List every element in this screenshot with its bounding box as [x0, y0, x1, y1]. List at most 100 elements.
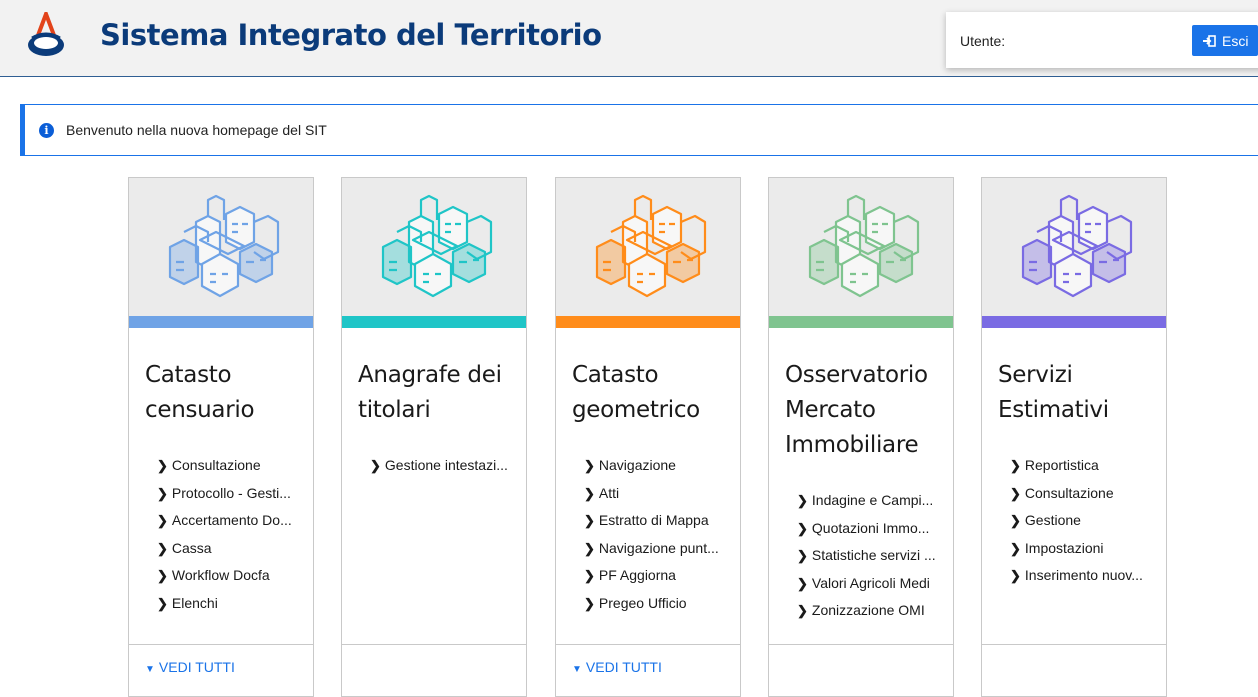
card-link[interactable]: ❯ Statistiche servizi ...: [797, 542, 953, 570]
card-title[interactable]: Osservatorio Mercato Immobiliare: [769, 328, 953, 463]
chevron-right-icon: ❯: [1010, 540, 1021, 556]
card-footer: [342, 644, 526, 659]
chevron-right-icon: ❯: [157, 595, 168, 611]
card-image[interactable]: [129, 178, 313, 316]
card-link-label: Atti: [598, 484, 620, 501]
service-card: Catasto censuario ❯ Consultazione ❯ Protocol…: [128, 177, 314, 697]
card-link[interactable]: ❯ Atti: [584, 480, 740, 508]
card-link[interactable]: ❯ Impostazioni: [1010, 535, 1166, 563]
card-image[interactable]: [769, 178, 953, 316]
chevron-right-icon: ❯: [797, 603, 808, 618]
app-header: Sistema Integrato del Territorio Utente:…: [0, 0, 1258, 77]
see-all-label: VEDI TUTTI: [585, 659, 662, 675]
card-link[interactable]: ❯ Consultazione: [157, 452, 313, 480]
card-links: ❯ Consultazione ❯ Protocollo - Gesti... ❯ Acc…: [129, 452, 313, 617]
card-link-label: Consultazione: [1024, 484, 1114, 501]
chevron-right-icon: ❯: [584, 485, 595, 501]
card-link[interactable]: ❯ Indagine e Campi...: [797, 487, 953, 515]
sign-out-icon: [1203, 34, 1216, 47]
city-buildings-icon: [168, 194, 280, 298]
see-all-link[interactable]: ▼ VEDI TUTTI: [556, 644, 740, 675]
card-title[interactable]: Servizi Estimativi: [982, 328, 1166, 428]
city-buildings-icon: [381, 194, 493, 298]
card-link-label: Estratto di Mappa: [598, 512, 709, 528]
card-footer: [982, 644, 1166, 659]
chevron-right-icon: ❯: [797, 493, 808, 508]
card-title[interactable]: Anagrafe dei titolari: [342, 328, 526, 428]
see-all-label: VEDI TUTTI: [158, 659, 235, 675]
card-link[interactable]: ❯ PF Aggiorna: [584, 562, 740, 590]
card-link-label: Workflow Docfa: [171, 567, 270, 583]
card-color-bar: [556, 316, 740, 328]
card-link[interactable]: ❯ Reportistica: [1010, 452, 1166, 480]
card-link[interactable]: ❯ Gestione: [1010, 507, 1166, 535]
card-link-label: Gestione: [1024, 512, 1081, 528]
agenzia-logo-icon[interactable]: [24, 12, 68, 58]
card-link[interactable]: ❯ Zonizzazione OMI: [797, 597, 953, 625]
card-link[interactable]: ❯ Quotazioni Immo...: [797, 515, 953, 543]
card-footer: [769, 644, 953, 659]
card-link-label: Elenchi: [171, 594, 218, 611]
card-link[interactable]: ❯ Protocollo - Gesti...: [157, 480, 313, 508]
card-image[interactable]: [556, 178, 740, 316]
card-link-label: Impostazioni: [1024, 539, 1104, 556]
service-card: Servizi Estimativi ❯ Reportistica ❯ Consulta…: [981, 177, 1167, 697]
chevron-right-icon: ❯: [797, 575, 808, 591]
city-buildings-icon: [808, 194, 920, 298]
chevron-right-icon: ❯: [157, 458, 168, 473]
chevron-down-icon: ▼: [572, 664, 582, 675]
card-link[interactable]: ❯ Gestione intestazi...: [370, 452, 526, 480]
card-link-label: Reportistica: [1024, 457, 1099, 473]
card-color-bar: [342, 316, 526, 328]
card-link[interactable]: ❯ Elenchi: [157, 590, 313, 618]
chevron-right-icon: ❯: [157, 513, 168, 528]
card-link[interactable]: ❯ Valori Agricoli Medi: [797, 570, 953, 598]
city-buildings-icon: [595, 194, 707, 298]
chevron-right-icon: ❯: [584, 458, 595, 473]
logout-button[interactable]: Esci: [1192, 25, 1258, 56]
card-image[interactable]: [342, 178, 526, 316]
card-links: ❯ Navigazione ❯ Atti ❯ Estratto di Mappa ❯ Navi…: [556, 452, 740, 617]
card-link-label: Navigazione punt...: [598, 539, 719, 556]
card-link[interactable]: ❯ Cassa: [157, 535, 313, 563]
card-link-label: Cassa: [171, 539, 212, 556]
card-link-label: PF Aggiorna: [598, 567, 676, 583]
see-all-link[interactable]: ▼ VEDI TUTTI: [129, 644, 313, 675]
card-link-label: Protocollo - Gesti...: [171, 484, 291, 501]
chevron-right-icon: ❯: [584, 568, 595, 583]
card-link-label: Consultazione: [171, 457, 261, 473]
card-link-label: Indagine e Campi...: [811, 492, 934, 508]
chevron-right-icon: ❯: [370, 458, 381, 473]
card-link-label: Statistiche servizi ...: [811, 547, 936, 563]
card-link-label: Quotazioni Immo...: [811, 519, 930, 536]
card-link[interactable]: ❯ Pregeo Ufficio: [584, 590, 740, 618]
logout-label: Esci: [1222, 32, 1249, 49]
app-title: Sistema Integrato del Territorio: [100, 18, 602, 52]
card-link[interactable]: ❯ Workflow Docfa: [157, 562, 313, 590]
chevron-right-icon: ❯: [157, 540, 168, 556]
card-title[interactable]: Catasto geometrico: [556, 328, 740, 428]
card-link-label: Zonizzazione OMI: [811, 602, 925, 618]
chevron-right-icon: ❯: [1010, 485, 1021, 501]
chevron-right-icon: ❯: [1010, 513, 1021, 528]
service-card: Catasto geometrico ❯ Navigazione ❯ Atti ❯ Estr…: [555, 177, 741, 697]
card-link-label: Accertamento Do...: [171, 512, 292, 528]
alert-text: Benvenuto nella nuova homepage del SIT: [66, 122, 327, 138]
welcome-alert: i Benvenuto nella nuova homepage del SIT: [20, 104, 1258, 156]
user-label: Utente:: [960, 33, 1006, 49]
card-link[interactable]: ❯ Estratto di Mappa: [584, 507, 740, 535]
city-buildings-icon: [1021, 194, 1133, 298]
card-image[interactable]: [982, 178, 1166, 316]
service-card: Osservatorio Mercato Immobiliare ❯ Indagin…: [768, 177, 954, 697]
card-link[interactable]: ❯ Inserimento nuov...: [1010, 562, 1166, 590]
chevron-right-icon: ❯: [584, 513, 595, 528]
card-link[interactable]: ❯ Accertamento Do...: [157, 507, 313, 535]
card-title[interactable]: Catasto censuario: [129, 328, 313, 428]
card-link[interactable]: ❯ Navigazione: [584, 452, 740, 480]
card-link[interactable]: ❯ Consultazione: [1010, 480, 1166, 508]
card-links: ❯ Indagine e Campi... ❯ Quotazioni Immo... ❯…: [769, 487, 953, 625]
chevron-down-icon: ▼: [145, 664, 155, 675]
card-link[interactable]: ❯ Navigazione punt...: [584, 535, 740, 563]
chevron-right-icon: ❯: [1010, 458, 1021, 473]
service-card: Anagrafe dei titolari ❯ Gestione intestazi…: [341, 177, 527, 697]
